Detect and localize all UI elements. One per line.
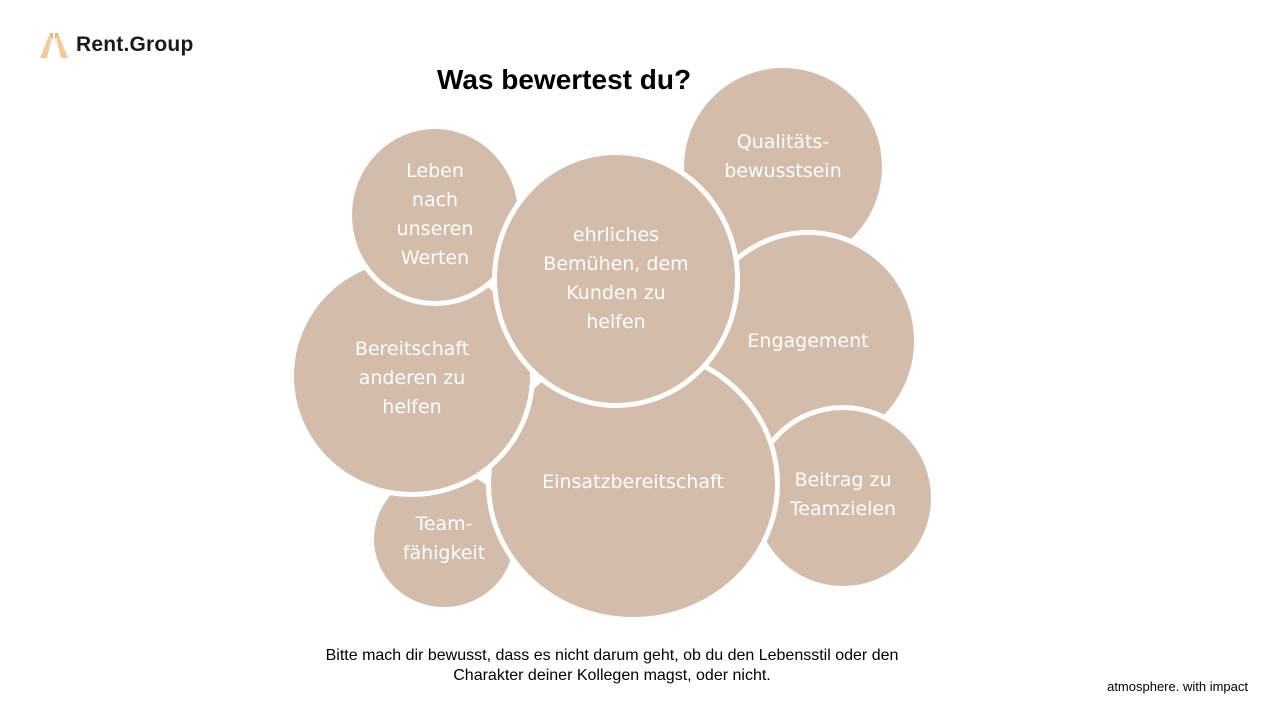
footer-tagline: atmosphere. with impact <box>1107 679 1248 694</box>
bubble-ehrliches-bemuehen: ehrliches Bemühen, dem Kunden zu helfen <box>492 150 740 408</box>
brand-name: Rent.Group <box>76 33 194 56</box>
brand-logo: Rent.Group <box>38 30 194 60</box>
slide-note: Bitte mach dir bewusst, dass es nicht da… <box>325 647 899 684</box>
rent-group-logo-icon <box>40 33 68 58</box>
slide-title: Was bewertest du? <box>436 64 692 95</box>
